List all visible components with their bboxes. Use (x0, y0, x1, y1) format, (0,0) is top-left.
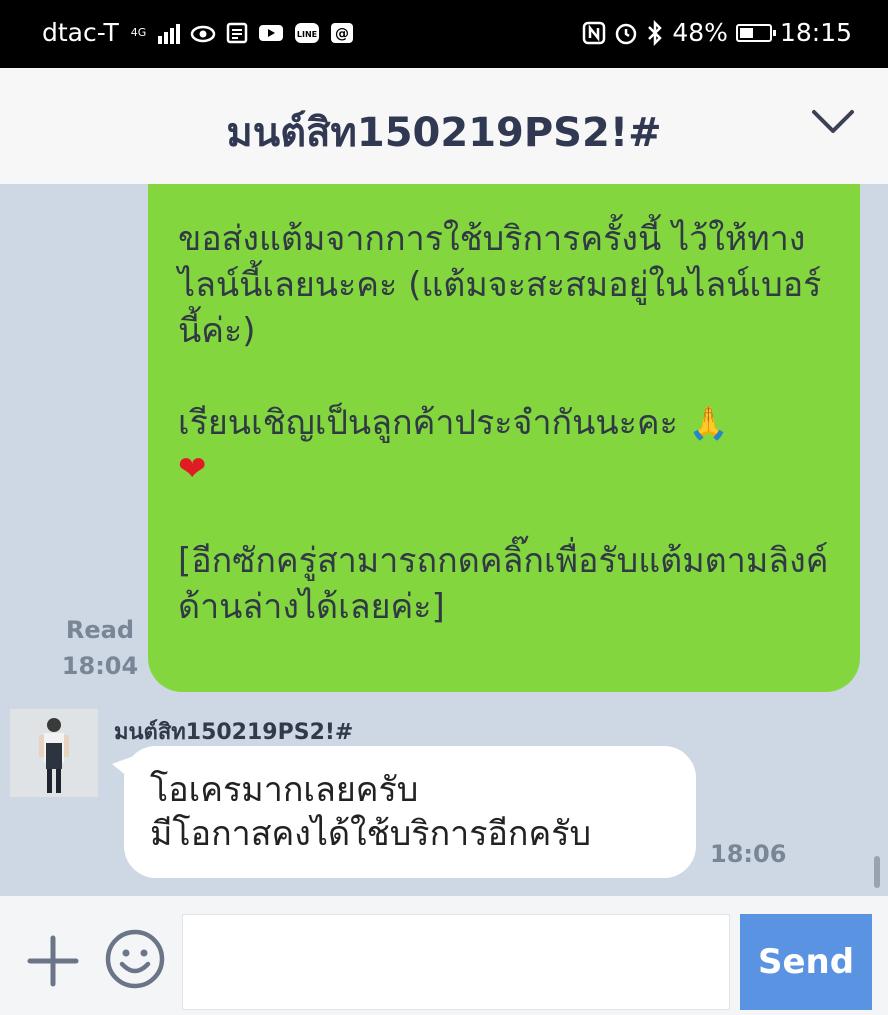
heart-emoji-icon: ❤ (178, 449, 207, 489)
outgoing-message-bubble[interactable]: ขอส่งแต้มจากการใช้บริการครั้งนี้ ไว้ให้ท… (148, 184, 860, 692)
news-icon (227, 22, 248, 43)
chat-area[interactable]: ขอส่งแต้มจากการใช้บริการครั้งนี้ ไว้ให้ท… (0, 184, 888, 896)
battery-fill (739, 27, 754, 38)
alarm-icon (616, 23, 637, 44)
incoming-line-2: มีโอกาสคงได้ใช้บริการอีกครับ (150, 814, 592, 854)
avatar[interactable] (10, 709, 98, 797)
signal-icon (158, 22, 181, 44)
outgoing-paragraph-3: [อีกซักครู่สามารถกดคลิ๊กเพื่อรับแต้มตามล… (178, 541, 829, 627)
message-input[interactable] (182, 914, 730, 1010)
battery-percent: 48% (672, 18, 728, 47)
at-icon: @ (331, 22, 354, 43)
battery-icon (735, 23, 776, 42)
outgoing-paragraph-1: ขอส่งแต้มจากการใช้บริการครั้งนี้ ไว้ให้ท… (178, 219, 822, 351)
eye-icon (191, 25, 216, 42)
incoming-message-bubble[interactable]: โอเครมากเลยครับ มีโอกาสคงได้ใช้บริการอีก… (124, 746, 696, 878)
chevron-down-icon[interactable] (810, 108, 856, 136)
chat-title: มนต์สิท150219PS2!# (226, 110, 662, 156)
status-left: dtac-T 4G LINE @ (42, 18, 354, 47)
incoming-line-1: โอเครมากเลยครับ (150, 770, 419, 810)
clock: 18:15 (779, 18, 852, 47)
nfc-icon (583, 21, 606, 44)
outgoing-time: 18:04 (61, 652, 139, 680)
line-icon: LINE (295, 22, 320, 43)
avatar-person-icon (10, 709, 98, 797)
outgoing-paragraph-2: เรียนเชิญเป็นลูกค้าประจำกันนะคะ 🙏 ❤ (178, 400, 840, 492)
read-label: Read (65, 616, 135, 644)
svg-text:@: @ (335, 26, 349, 42)
bluetooth-icon (648, 19, 663, 46)
status-bar: dtac-T 4G LINE @ 48% 18:15 (0, 0, 888, 68)
network-badge: 4G (130, 26, 147, 39)
outgoing-paragraph-2-text: เรียนเชิญเป็นลูกค้าประจำกันนะคะ (178, 403, 678, 443)
read-receipt: Read 18:04 (58, 612, 142, 684)
send-button[interactable]: Send (740, 914, 872, 1010)
incoming-time: 18:06 (710, 840, 787, 868)
emoji-icon[interactable] (104, 928, 166, 990)
plus-icon[interactable] (26, 934, 80, 988)
carrier-label: dtac-T (42, 18, 119, 47)
sender-name: มนต์สิท150219PS2!# (114, 720, 354, 745)
status-right: 48% 18:15 (582, 18, 852, 47)
input-bar: Send (0, 896, 888, 1015)
svg-text:LINE: LINE (297, 30, 317, 39)
youtube-icon (259, 24, 284, 41)
chat-header: มนต์สิท150219PS2!# (0, 68, 888, 184)
scrollbar[interactable] (874, 856, 880, 888)
pray-emoji-icon: 🙏 (688, 404, 729, 442)
